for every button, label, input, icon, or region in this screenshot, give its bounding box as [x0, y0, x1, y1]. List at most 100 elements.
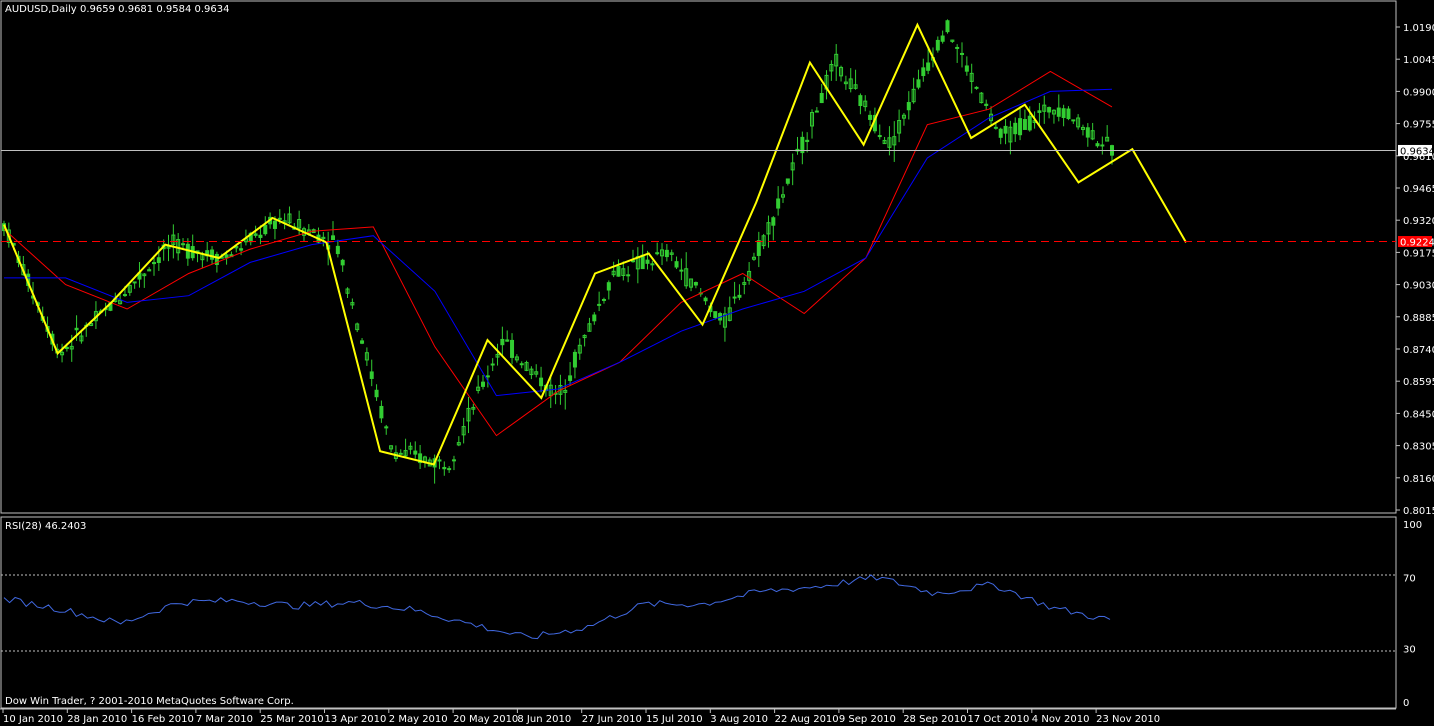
candle-body — [277, 217, 282, 220]
x-tick-label: 23 Nov 2010 — [1096, 714, 1160, 725]
candle-body — [379, 405, 384, 419]
candle-body — [858, 95, 863, 106]
symbol-label: AUDUSD,Daily — [5, 4, 77, 15]
candle-body — [1071, 119, 1076, 122]
candle-body — [253, 233, 258, 236]
candle-body — [960, 52, 965, 55]
candle-body — [616, 266, 621, 277]
y-tick-label: 0.8885 — [1403, 313, 1434, 324]
candle-body — [1085, 127, 1090, 138]
rsi-line — [3, 574, 1111, 640]
candle-body — [519, 363, 524, 366]
candle-body — [447, 468, 452, 471]
x-tick-label: 28 Sep 2010 — [903, 714, 966, 725]
x-tick-label: 17 Oct 2010 — [968, 714, 1030, 725]
y-tick-label: 0.8740 — [1403, 345, 1434, 356]
candle-body — [1061, 108, 1066, 118]
candle-body — [655, 252, 660, 255]
candle-body — [335, 245, 340, 255]
candle-body — [539, 377, 544, 387]
candle-body — [340, 259, 345, 266]
candle-body — [510, 339, 515, 358]
x-tick-label: 27 Jun 2010 — [582, 714, 642, 725]
current-price-box: 0.9634 — [1398, 144, 1434, 157]
candle-body — [1066, 108, 1071, 120]
candle-body — [998, 128, 1003, 138]
target-price-box: 0.9224 — [1398, 236, 1434, 249]
current-price-label: 0.9634 — [1400, 146, 1434, 157]
candle-body — [1095, 143, 1100, 147]
candle-body — [964, 65, 969, 72]
y-axis-ticks: 1.01901.00450.99000.97550.96100.94650.93… — [1396, 23, 1434, 517]
candle-body — [272, 220, 277, 229]
candle-body — [485, 375, 490, 378]
candle-body — [210, 249, 215, 260]
y-tick-label: 0.8450 — [1403, 409, 1434, 420]
candle-body — [224, 254, 229, 259]
candle-body — [984, 103, 989, 106]
candle-body — [398, 452, 403, 455]
y-tick-label: 0.8305 — [1403, 442, 1434, 453]
rsi-tick-label: 100 — [1403, 520, 1422, 531]
candle-body — [926, 62, 931, 71]
candle-body — [572, 351, 577, 368]
ohlc-label: 0.9659 0.9681 0.9584 0.9634 — [80, 4, 230, 15]
candle-body — [993, 126, 998, 129]
candle-body — [1037, 110, 1042, 113]
x-tick-label: 8 Jun 2010 — [517, 714, 571, 725]
candle-body — [413, 450, 418, 455]
candle-body — [156, 257, 161, 264]
candle-body — [974, 86, 979, 89]
candle-body — [640, 254, 645, 270]
candle-body — [916, 79, 921, 88]
candle-body — [626, 274, 631, 277]
candle-body — [693, 282, 698, 286]
candle-body — [819, 92, 824, 104]
x-tick-label: 13 Apr 2010 — [325, 714, 387, 725]
candle-body — [664, 249, 669, 258]
candle-body — [451, 459, 456, 462]
x-tick-label: 15 Jul 2010 — [646, 714, 703, 725]
candle-body — [776, 198, 781, 209]
candle-body — [181, 243, 186, 246]
candle-body — [490, 363, 495, 366]
x-tick-label: 25 Mar 2010 — [260, 714, 323, 725]
x-axis-ticks: 10 Jan 2010 28 Jan 2010 16 Feb 2010 7 Mar 2… — [2, 709, 1160, 725]
candle-body — [505, 339, 510, 342]
candle-body — [940, 35, 945, 42]
candle-body — [331, 235, 336, 240]
y-tick-label: 0.9465 — [1403, 184, 1434, 195]
y-tick-label: 0.9030 — [1403, 281, 1434, 292]
candle-body — [74, 327, 79, 331]
candle-body — [906, 102, 911, 111]
y-tick-label: 0.9320 — [1403, 216, 1434, 227]
candle-body — [679, 269, 684, 272]
rsi-tick-label: 70 — [1403, 573, 1416, 584]
candle-body — [650, 263, 655, 266]
x-tick-label: 9 Sep 2010 — [839, 714, 896, 725]
candle-body — [369, 371, 374, 379]
candle-body — [955, 46, 960, 49]
ma-slow-line — [4, 88, 1113, 397]
candle-body — [785, 178, 790, 184]
candle-body — [737, 294, 742, 298]
candle-body — [732, 296, 737, 299]
candle-body — [713, 311, 718, 318]
candle-body — [868, 114, 873, 120]
candle-body — [771, 217, 776, 226]
candle-body — [442, 466, 447, 470]
candle-body — [592, 314, 597, 322]
candle-body — [606, 282, 611, 291]
candle-body — [437, 459, 442, 462]
candle-body — [674, 261, 679, 268]
candle-body — [756, 240, 761, 256]
candle-body — [935, 39, 940, 51]
candle-body — [374, 389, 379, 398]
y-tick-label: 0.9755 — [1403, 120, 1434, 131]
rsi-label: RSI(28) 46.2403 — [5, 521, 86, 532]
candle-body — [597, 303, 602, 306]
y-tick-label: 0.9900 — [1403, 87, 1434, 98]
candle-body — [481, 381, 486, 387]
candle-body — [1027, 115, 1032, 131]
y-tick-label: 1.0045 — [1403, 55, 1434, 66]
